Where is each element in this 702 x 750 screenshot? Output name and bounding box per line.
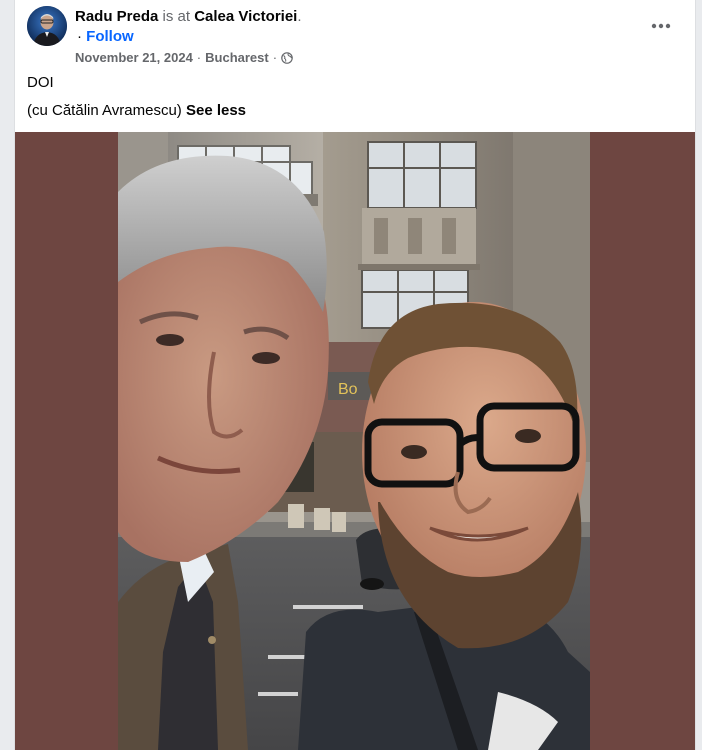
post-date[interactable]: November 21, 2024 bbox=[75, 50, 193, 65]
follow-row: · Follow bbox=[77, 28, 134, 45]
post-header: Radu Preda is at Calea Victoriei. bbox=[75, 8, 302, 25]
follow-button[interactable]: Follow bbox=[86, 28, 134, 45]
post-text-line-2: (cu Cătălin Avramescu) See less bbox=[27, 102, 246, 119]
see-less-link[interactable]: See less bbox=[186, 102, 246, 119]
follow-separator: · bbox=[77, 28, 82, 45]
meta-separator: · bbox=[196, 50, 202, 65]
globe-icon[interactable] bbox=[281, 51, 293, 64]
author-name[interactable]: Radu Preda bbox=[75, 8, 158, 25]
post-text-tag: (cu Cătălin Avramescu) bbox=[27, 102, 182, 119]
meta-separator-2: · bbox=[272, 50, 278, 65]
more-horizontal-icon bbox=[651, 23, 671, 29]
svg-text:Bo: Bo bbox=[338, 381, 358, 398]
place-name[interactable]: Calea Victoriei bbox=[194, 8, 297, 25]
post-meta: November 21, 2024 · Bucharest · bbox=[75, 50, 293, 65]
post-text-line-1: DOI bbox=[27, 74, 54, 91]
post-photo-container[interactable]: Bo bbox=[15, 132, 695, 750]
post-location[interactable]: Bucharest bbox=[205, 50, 269, 65]
more-options-button[interactable] bbox=[643, 8, 679, 44]
is-at-text: is at bbox=[158, 8, 195, 25]
post-card: Radu Preda is at Calea Victoriei. · Foll… bbox=[14, 0, 696, 750]
place-suffix: . bbox=[297, 8, 302, 25]
author-avatar[interactable] bbox=[27, 6, 67, 46]
selfie-photo[interactable]: Bo bbox=[118, 132, 590, 750]
